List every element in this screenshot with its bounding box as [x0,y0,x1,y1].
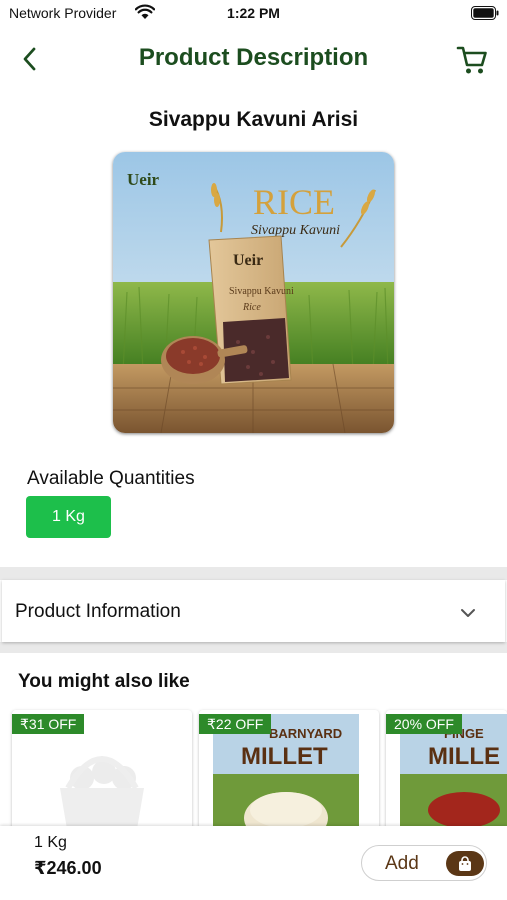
svg-text:BARNYARD: BARNYARD [269,726,342,741]
app-header: Product Description [0,30,507,86]
svg-text:MILLE: MILLE [428,743,500,770]
quantity-option-1kg[interactable]: 1 Kg [26,496,111,538]
add-button-label: Add [385,853,419,874]
product-price: ₹246.00 [34,858,102,878]
shopping-cart-icon [456,46,487,74]
suggestion-card[interactable]: FINGE MILLE 20% OFF [386,710,507,840]
battery-icon [471,6,499,20]
suggestion-card[interactable]: ₹31 OFF [12,710,192,840]
chevron-down-icon [461,609,475,617]
discount-badge: ₹22 OFF [199,714,272,734]
svg-text:Sivappu Kavuni: Sivappu Kavuni [251,223,340,238]
available-quantities-heading: Available Quantities [27,468,195,489]
svg-text:Sivappu Kavuni: Sivappu Kavuni [229,286,294,297]
selected-quantity: 1 Kg [34,834,67,851]
svg-text:RICE: RICE [253,182,335,222]
bottom-cart-bar: 1 Kg ₹246.00 Add [0,826,507,900]
svg-text:Ueir: Ueir [233,252,263,269]
shopping-bag-icon [446,851,484,876]
svg-text:Ueir: Ueir [127,170,160,189]
status-time: 1:22 PM [227,5,280,21]
add-to-cart-button[interactable]: Add [361,845,487,881]
product-name: Sivappu Kavuni Arisi [148,108,359,131]
status-bar: Network Provider 1:22 PM [0,0,507,28]
suggestion-card[interactable]: BARNYARD MILLET ₹22 OFF [199,710,379,840]
section-divider [0,642,507,653]
product-information-accordion[interactable]: Product Information [2,580,505,642]
product-information-label: Product Information [15,601,181,622]
svg-text:Rice: Rice [242,302,261,313]
svg-text:MILLET: MILLET [241,743,328,770]
discount-badge: 20% OFF [386,714,462,734]
cart-button[interactable] [452,40,492,80]
page-title: Product Description [138,44,369,71]
product-image: Ueir RICE Sivappu Kavuni Ueir Sivappu Ka… [113,152,394,433]
suggestions-heading: You might also like [18,671,190,692]
section-divider [0,567,507,580]
discount-badge: ₹31 OFF [12,714,85,734]
